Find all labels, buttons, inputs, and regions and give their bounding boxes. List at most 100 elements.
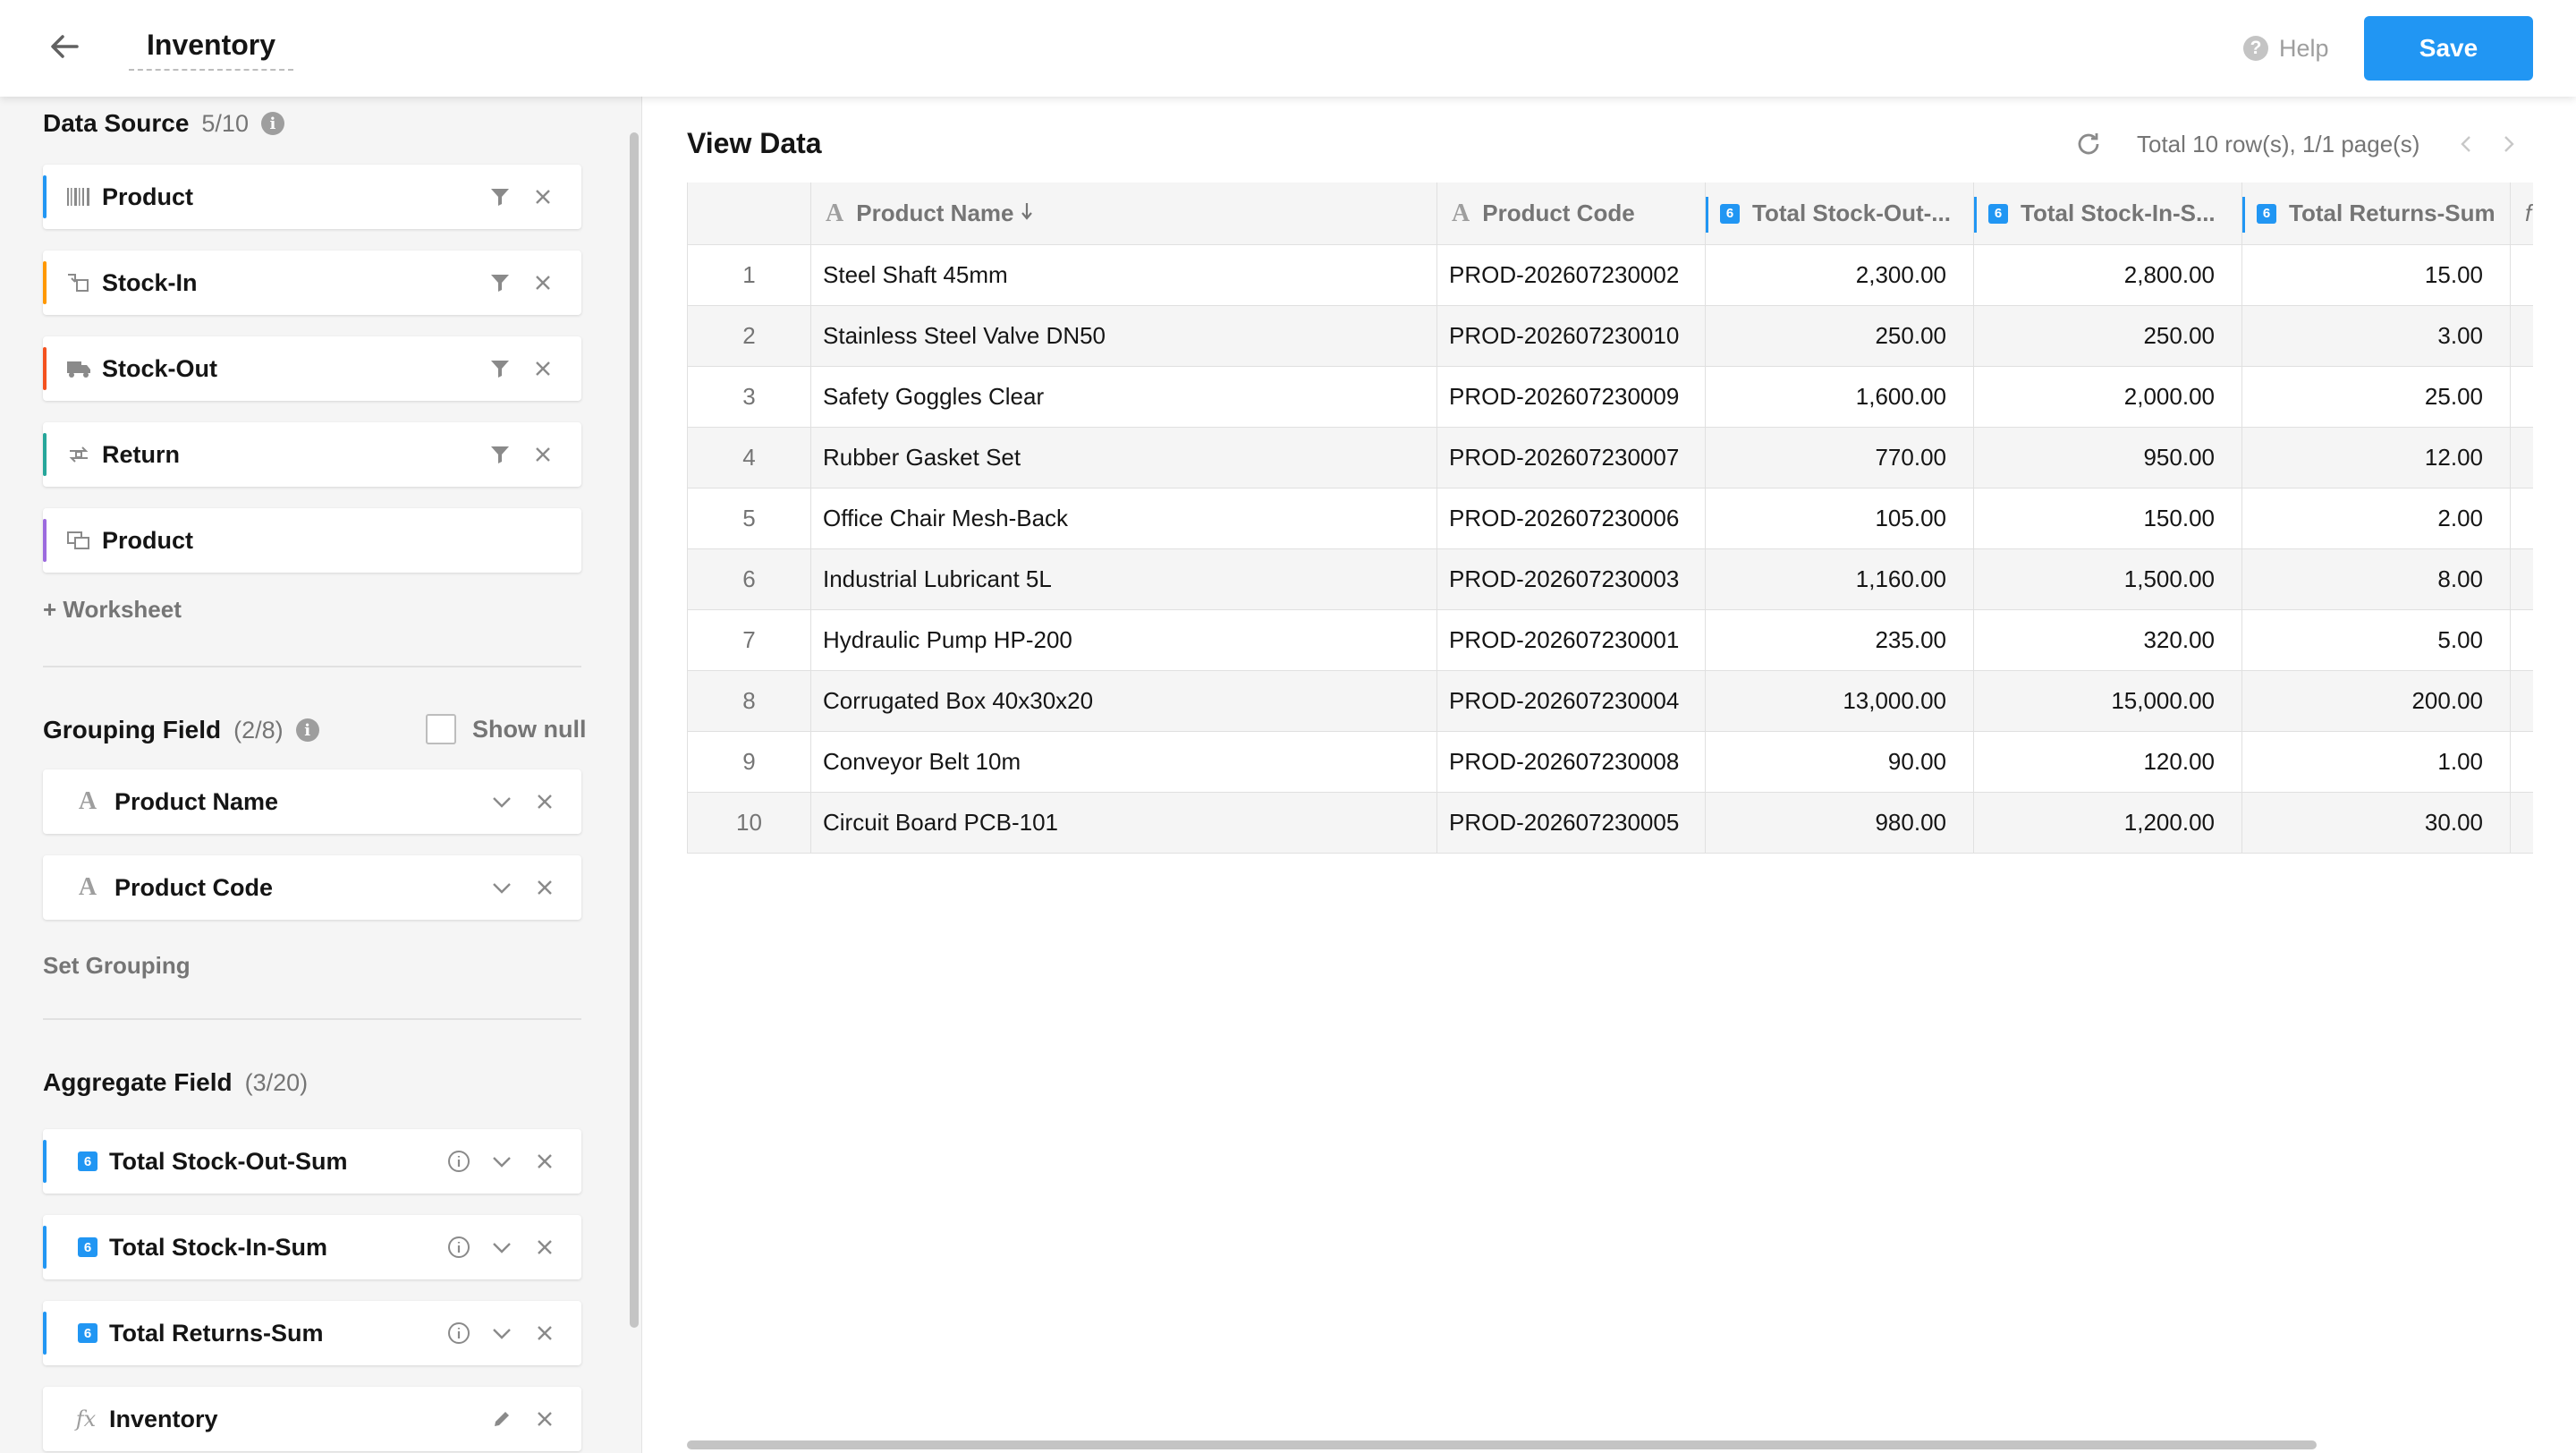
chevron-down-icon[interactable]: [488, 1234, 515, 1261]
help-link[interactable]: ? Help: [2243, 32, 2329, 64]
header-product-code[interactable]: A Product Code: [1437, 183, 1706, 244]
cell-formula: [2511, 671, 2533, 731]
header-total-stock-out[interactable]: 6 Total Stock-Out-...: [1706, 183, 1974, 244]
divider: [43, 1018, 581, 1020]
close-icon[interactable]: [531, 1406, 558, 1432]
color-bar: [43, 261, 47, 304]
cell-product-code: PROD-202607230008: [1437, 732, 1706, 792]
table-row[interactable]: 7 Hydraulic Pump HP-200 PROD-202607230001 2…: [688, 610, 2533, 671]
save-button[interactable]: Save: [2364, 16, 2533, 81]
chevron-down-icon[interactable]: [488, 874, 515, 901]
grouping-title: Grouping Field: [43, 716, 222, 743]
column-accent: [1706, 197, 1708, 233]
color-bar: [43, 1140, 47, 1183]
cell-index: 4: [688, 428, 811, 488]
table-row[interactable]: 1 Steel Shaft 45mm PROD-202607230002 2,300.…: [688, 245, 2533, 306]
text-type-icon: A: [78, 787, 97, 815]
cell-index: 10: [688, 793, 811, 853]
table-row[interactable]: 5 Office Chair Mesh-Back PROD-202607230006…: [688, 489, 2533, 549]
data-source-item[interactable]: Product: [43, 165, 581, 229]
formula-item[interactable]: fx Inventory: [43, 1387, 581, 1451]
cell-formula: [2511, 793, 2533, 853]
show-null-toggle[interactable]: Show null: [426, 714, 587, 744]
aggregate-title: Aggregate Field: [43, 1068, 233, 1096]
grouping-item[interactable]: A Product Code: [43, 855, 581, 920]
back-arrow-icon[interactable]: [45, 27, 84, 66]
cell-formula: [2511, 306, 2533, 366]
cell-index: 8: [688, 671, 811, 731]
chevron-down-icon[interactable]: [488, 788, 515, 815]
header-label: Total Stock-In-S...: [2021, 200, 2216, 226]
cell-total-stock-in: 120.00: [1974, 732, 2242, 792]
info-icon[interactable]: i: [295, 718, 319, 742]
filter-icon[interactable]: [487, 355, 513, 382]
edit-pencil-icon[interactable]: [488, 1406, 515, 1432]
aggregate-item[interactable]: 6 Total Returns-Sum: [43, 1301, 581, 1365]
table-row[interactable]: 3 Safety Goggles Clear PROD-202607230009 1,…: [688, 367, 2533, 428]
data-source-item[interactable]: Product: [43, 508, 581, 573]
sort-desc-icon[interactable]: [1020, 200, 1034, 227]
page-title[interactable]: Inventory: [129, 29, 294, 71]
info-outline-icon[interactable]: [445, 1320, 472, 1347]
refresh-icon[interactable]: [2073, 129, 2106, 161]
panel-scrollbar[interactable]: [630, 132, 639, 1328]
table-row[interactable]: 8 Corrugated Box 40x30x20 PROD-20260723000…: [688, 671, 2533, 732]
close-icon[interactable]: [531, 788, 558, 815]
cell-total-returns: 3.00: [2242, 306, 2511, 366]
table-row[interactable]: 10 Circuit Board PCB-101 PROD-202607230005…: [688, 793, 2533, 854]
grouping-item[interactable]: A Product Name: [43, 769, 581, 834]
table-header: A Product Name A Product Code 6 Total St…: [688, 183, 2533, 245]
cell-index: 2: [688, 306, 811, 366]
close-icon[interactable]: [531, 1148, 558, 1175]
header-product-name[interactable]: A Product Name: [811, 183, 1437, 244]
chevron-down-icon[interactable]: [488, 1320, 515, 1347]
view-data-title: View Data: [687, 127, 822, 159]
info-icon[interactable]: i: [260, 112, 284, 135]
cell-total-stock-in: 320.00: [1974, 610, 2242, 670]
filter-icon[interactable]: [487, 269, 513, 296]
prev-page-icon[interactable]: [2453, 131, 2479, 157]
header-label: Total Returns-Sum: [2289, 200, 2496, 226]
cell-product-name: Corrugated Box 40x30x20: [811, 671, 1437, 731]
table-row[interactable]: 6 Industrial Lubricant 5L PROD-20260723000…: [688, 549, 2533, 610]
header-total-returns[interactable]: 6 Total Returns-Sum: [2242, 183, 2511, 244]
cell-formula: [2511, 245, 2533, 305]
header-total-stock-in[interactable]: 6 Total Stock-In-S...: [1974, 183, 2242, 244]
cell-product-name: Conveyor Belt 10m: [811, 732, 1437, 792]
info-outline-icon[interactable]: [445, 1148, 472, 1175]
close-icon[interactable]: [530, 441, 556, 468]
cell-product-code: PROD-202607230004: [1437, 671, 1706, 731]
color-bar: [43, 1312, 47, 1355]
close-icon[interactable]: [530, 183, 556, 210]
aggregate-label: Total Stock-Out-Sum: [109, 1147, 348, 1175]
info-outline-icon[interactable]: [445, 1234, 472, 1261]
data-source-item[interactable]: Return: [43, 422, 581, 487]
cell-formula: [2511, 428, 2533, 488]
cell-product-code: PROD-202607230003: [1437, 549, 1706, 609]
table-horizontal-scrollbar[interactable]: [687, 1440, 2317, 1449]
data-source-item[interactable]: Stock-Out: [43, 336, 581, 401]
table-row[interactable]: 2 Stainless Steel Valve DN50 PROD-20260723…: [688, 306, 2533, 367]
close-icon[interactable]: [531, 874, 558, 901]
header-formula[interactable]: f: [2511, 183, 2533, 244]
formula-label: Inventory: [109, 1405, 218, 1432]
cell-product-name: Circuit Board PCB-101: [811, 793, 1437, 853]
filter-icon[interactable]: [487, 183, 513, 210]
column-accent: [2242, 197, 2245, 233]
close-icon[interactable]: [531, 1234, 558, 1261]
close-icon[interactable]: [531, 1320, 558, 1347]
next-page-icon[interactable]: [2496, 131, 2522, 157]
data-source-label: Product: [102, 183, 194, 210]
table-row[interactable]: 9 Conveyor Belt 10m PROD-202607230008 90.00…: [688, 732, 2533, 793]
close-icon[interactable]: [530, 269, 556, 296]
show-null-checkbox[interactable]: [426, 714, 456, 744]
data-source-item[interactable]: Stock-In: [43, 251, 581, 315]
close-icon[interactable]: [530, 355, 556, 382]
add-worksheet-button[interactable]: + Worksheet: [43, 596, 182, 624]
table-row[interactable]: 4 Rubber Gasket Set PROD-202607230007 770.0…: [688, 428, 2533, 489]
aggregate-item[interactable]: 6 Total Stock-Out-Sum: [43, 1129, 581, 1194]
aggregate-item[interactable]: 6 Total Stock-In-Sum: [43, 1215, 581, 1279]
set-grouping-button[interactable]: Set Grouping: [43, 952, 191, 980]
chevron-down-icon[interactable]: [488, 1148, 515, 1175]
filter-icon[interactable]: [487, 441, 513, 468]
